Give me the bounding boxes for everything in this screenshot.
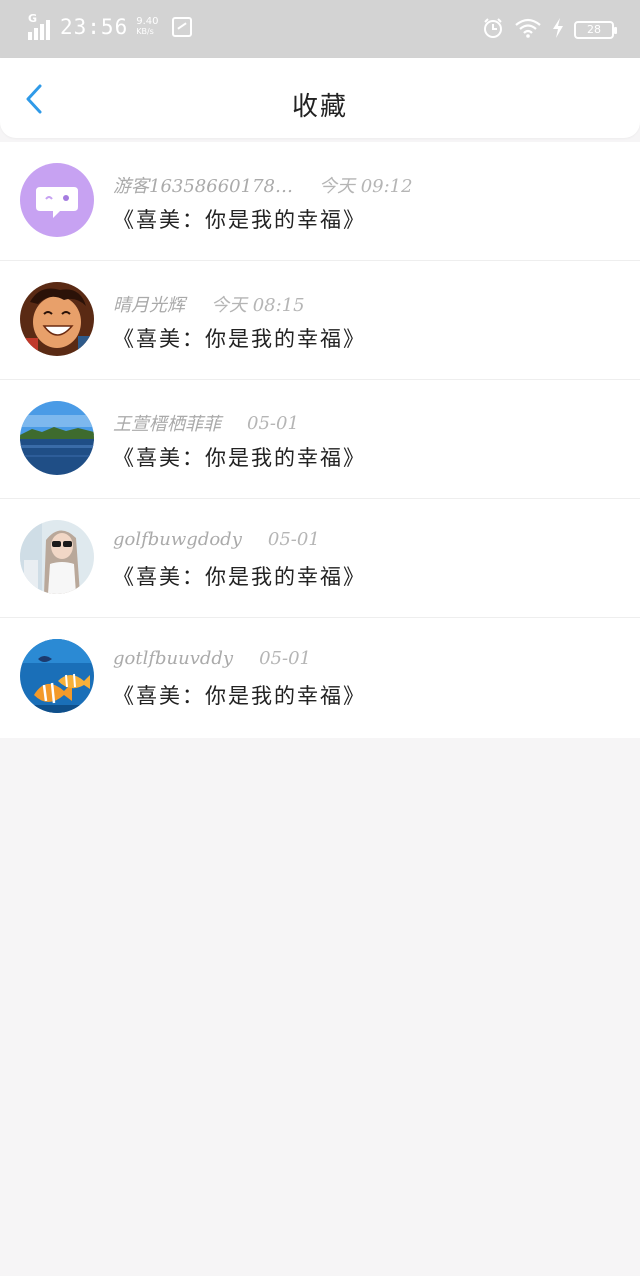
item-meta: 王萱榗栖菲菲 05-01	[113, 410, 299, 436]
signal-icon: G	[28, 12, 54, 40]
item-meta: 游客16358660178… 今天 09:12	[113, 172, 413, 198]
item-user: gotlfbuuvddy	[113, 648, 234, 669]
item-user: 游客16358660178…	[113, 176, 293, 197]
item-meta: 晴月光辉 今天 08:15	[113, 291, 305, 317]
item-user: 王萱榗栖菲菲	[113, 414, 221, 435]
network-type: G	[28, 12, 38, 25]
header: 收藏	[0, 58, 640, 138]
favorites-list: 游客16358660178… 今天 09:12 《喜美：你是我的幸福》 晴月光辉…	[0, 142, 640, 738]
item-title: 《喜美：你是我的幸福》	[113, 684, 366, 708]
item-meta: gotlfbuuvddy 05-01	[113, 648, 311, 669]
status-bar: G 23:56 9.40 KB/s 28	[0, 0, 640, 58]
charging-icon	[552, 18, 564, 42]
item-time: 05-01	[247, 412, 299, 434]
item-time: 05-01	[267, 529, 320, 550]
item-meta: golfbuwgdody 05-01	[113, 529, 320, 550]
favorite-item[interactable]: 晴月光辉 今天 08:15 《喜美：你是我的幸福》	[0, 261, 640, 380]
screen: G 23:56 9.40 KB/s 28 收藏 游客16358660178… 今…	[0, 0, 640, 1276]
item-time: 今天 09:12	[318, 176, 413, 197]
status-time: 23:56	[60, 15, 129, 39]
girl-photo-avatar[interactable]	[20, 520, 94, 594]
network-speed-unit: KB/s	[136, 27, 154, 36]
chat-bubble-avatar[interactable]	[20, 163, 94, 237]
item-user: golfbuwgdody	[113, 529, 242, 550]
status-left: G 23:56 9.40 KB/s	[28, 12, 193, 40]
favorite-item[interactable]: gotlfbuuvddy 05-01 《喜美：你是我的幸福》	[0, 618, 640, 738]
item-title: 《喜美：你是我的幸福》	[113, 327, 366, 351]
alarm-icon	[482, 17, 504, 43]
favorite-item[interactable]: 王萱榗栖菲菲 05-01 《喜美：你是我的幸福》	[0, 380, 640, 499]
battery-level: 28	[587, 23, 601, 36]
item-time: 05-01	[259, 648, 311, 669]
favorite-item[interactable]: golfbuwgdody 05-01 《喜美：你是我的幸福》	[0, 499, 640, 618]
item-time: 今天 08:15	[211, 295, 305, 316]
landscape-avatar[interactable]	[20, 401, 94, 475]
network-speed: 9.40 KB/s	[136, 17, 158, 37]
anime-character-avatar[interactable]	[20, 282, 94, 356]
notification-app-icon	[172, 17, 193, 37]
status-right: 28	[482, 17, 617, 43]
item-title: 《喜美：你是我的幸福》	[113, 446, 366, 470]
item-title: 《喜美：你是我的幸福》	[113, 565, 366, 589]
item-user: 晴月光辉	[113, 295, 185, 316]
item-title: 《喜美：你是我的幸福》	[113, 208, 366, 232]
wifi-icon	[514, 18, 542, 42]
empty-area	[0, 740, 640, 1276]
network-speed-value: 9.40	[136, 16, 159, 27]
favorite-item[interactable]: 游客16358660178… 今天 09:12 《喜美：你是我的幸福》	[0, 142, 640, 261]
fish-avatar[interactable]	[20, 639, 94, 713]
battery-icon: 28	[574, 21, 617, 39]
page-title: 收藏	[291, 92, 348, 122]
